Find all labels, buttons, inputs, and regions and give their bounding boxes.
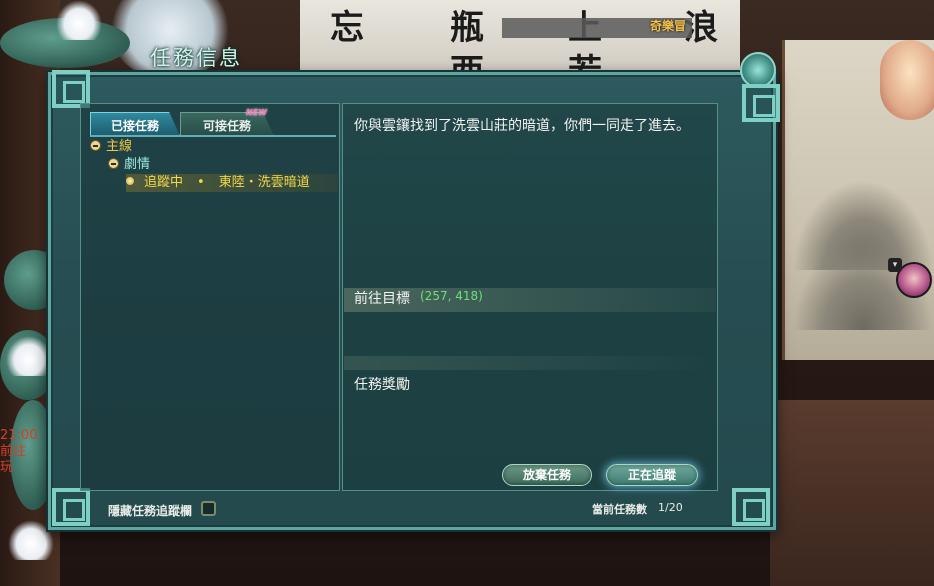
quest-tabs: 已接任務 可接任務 NEW bbox=[90, 108, 336, 136]
hide-tracker-checkbox[interactable] bbox=[201, 501, 216, 516]
window-title: 任務信息 bbox=[150, 46, 242, 70]
tree-node-quest[interactable]: 追蹤中 • 東陸・洗雲暗道 bbox=[126, 174, 338, 192]
collapse-icon[interactable] bbox=[90, 140, 101, 151]
quest-count-label: 當前任務數 bbox=[592, 503, 647, 516]
bg-side-text-line: 21:00 bbox=[0, 428, 38, 443]
reward-label: 任務獎勵 bbox=[354, 377, 410, 393]
bg-lotus-flower bbox=[6, 336, 52, 376]
tab-accepted-quests[interactable]: 已接任務 bbox=[90, 112, 180, 136]
bg-side-text-line: 前往 bbox=[0, 444, 27, 459]
quest-count-value: 1/20 bbox=[658, 501, 683, 514]
hide-tracker-label: 隱藏任務追蹤欄 bbox=[108, 504, 193, 518]
bg-ink-char: 忘 bbox=[330, 8, 364, 48]
abandon-quest-button[interactable]: 放棄任務 bbox=[502, 464, 592, 486]
bg-calligraphy-scroll: 忘 瓶 上 浪 西 若 bbox=[300, 0, 740, 92]
window-ornament-icon bbox=[740, 52, 776, 88]
bg-side-text: 21:00 前往 玩 bbox=[0, 428, 37, 476]
tabs-underline bbox=[90, 135, 336, 137]
avatar-toggle-icon[interactable]: ▾ bbox=[888, 258, 902, 272]
bg-ink-char: 瓶 bbox=[450, 8, 484, 48]
quest-description: 你與雲鑲找到了洗雲山莊的暗道，你們一同走了進去。 bbox=[354, 118, 690, 134]
bg-lotus-flower bbox=[56, 0, 102, 40]
bg-side-text-line: 玩 bbox=[0, 460, 14, 475]
tree-node-label: 主線 bbox=[106, 139, 133, 154]
quest-separator: • bbox=[197, 175, 205, 190]
collapse-icon[interactable] bbox=[108, 158, 119, 169]
bg-lantern bbox=[880, 40, 934, 120]
corner-ornament-icon bbox=[732, 488, 770, 526]
corner-ornament-icon bbox=[52, 488, 90, 526]
bg-floor bbox=[770, 400, 934, 586]
target-coords-link[interactable]: (257, 418) bbox=[420, 289, 483, 303]
tree-node-label: 劇情 bbox=[124, 157, 151, 172]
tracking-button[interactable]: 正在追蹤 bbox=[606, 464, 698, 486]
quest-status: 追蹤中 bbox=[144, 175, 184, 190]
quest-bullet-icon bbox=[126, 177, 134, 185]
quest-location: 東陸・洗雲暗道 bbox=[218, 175, 310, 190]
tree-node-story[interactable]: 劇情 bbox=[108, 156, 150, 174]
target-label: 前往目標 bbox=[354, 291, 410, 307]
top-status-label: 奇樂冒 bbox=[650, 19, 687, 33]
tree-node-main[interactable]: 主線 bbox=[90, 138, 132, 156]
new-badge: NEW bbox=[246, 108, 267, 117]
corner-ornament-icon bbox=[742, 84, 780, 122]
reward-section-band bbox=[344, 356, 716, 370]
